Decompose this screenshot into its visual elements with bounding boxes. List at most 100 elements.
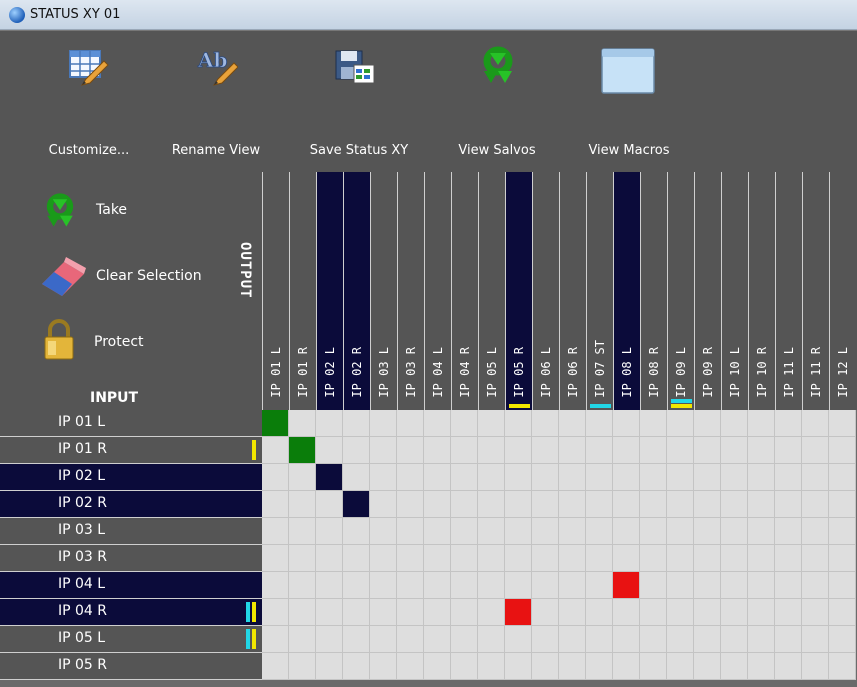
crosspoint-cell[interactable]: [802, 599, 829, 626]
crosspoint-cell[interactable]: [505, 626, 532, 653]
crosspoint-cell[interactable]: [451, 410, 478, 437]
crosspoint-cell[interactable]: [775, 626, 802, 653]
output-column-header[interactable]: IP 07 ST: [586, 172, 613, 410]
crosspoint-cell[interactable]: [262, 626, 289, 653]
crosspoint-cell[interactable]: [775, 545, 802, 572]
crosspoint-active[interactable]: [289, 437, 316, 464]
crosspoint-cell[interactable]: [451, 437, 478, 464]
crosspoint-cell[interactable]: [586, 626, 613, 653]
crosspoint-cell[interactable]: [532, 572, 559, 599]
output-column-header[interactable]: IP 02 R: [343, 172, 370, 410]
crosspoint-active[interactable]: [613, 572, 640, 599]
crosspoint-cell[interactable]: [802, 491, 829, 518]
crosspoint-cell[interactable]: [559, 518, 586, 545]
crosspoint-cell[interactable]: [316, 437, 343, 464]
crosspoint-cell[interactable]: [829, 626, 856, 653]
crosspoint-cell[interactable]: [451, 626, 478, 653]
crosspoint-cell[interactable]: [370, 572, 397, 599]
output-column-header[interactable]: IP 06 R: [559, 172, 586, 410]
input-row-header[interactable]: IP 02 L: [0, 464, 262, 491]
crosspoint-cell[interactable]: [802, 545, 829, 572]
crosspoint-cell[interactable]: [505, 572, 532, 599]
crosspoint-cell[interactable]: [694, 491, 721, 518]
crosspoint-cell[interactable]: [775, 599, 802, 626]
output-column-header[interactable]: IP 08 R: [640, 172, 667, 410]
crosspoint-cell[interactable]: [775, 572, 802, 599]
crosspoint-cell[interactable]: [343, 437, 370, 464]
crosspoint-cell[interactable]: [640, 491, 667, 518]
input-row-header[interactable]: IP 04 R: [0, 599, 262, 626]
crosspoint-cell[interactable]: [802, 437, 829, 464]
crosspoint-cell[interactable]: [586, 491, 613, 518]
crosspoint-cell[interactable]: [289, 410, 316, 437]
crosspoint-cell[interactable]: [667, 572, 694, 599]
input-row-header[interactable]: IP 05 R: [0, 653, 262, 680]
crosspoint-cell[interactable]: [532, 437, 559, 464]
crosspoint-cell[interactable]: [721, 545, 748, 572]
output-column-header[interactable]: IP 09 R: [694, 172, 721, 410]
crosspoint-cell[interactable]: [640, 653, 667, 680]
crosspoint-cell[interactable]: [397, 464, 424, 491]
crosspoint-cell[interactable]: [262, 653, 289, 680]
crosspoint-cell[interactable]: [505, 518, 532, 545]
crosspoint-cell[interactable]: [397, 599, 424, 626]
crosspoint-cell[interactable]: [289, 491, 316, 518]
crosspoint-cell[interactable]: [397, 437, 424, 464]
view-macros-button[interactable]: View Macros: [570, 31, 688, 173]
crosspoint-cell[interactable]: [505, 491, 532, 518]
crosspoint-cell[interactable]: [829, 464, 856, 491]
crosspoint-cell[interactable]: [397, 410, 424, 437]
input-row-header[interactable]: IP 03 R: [0, 545, 262, 572]
crosspoint-active[interactable]: [343, 491, 370, 518]
crosspoint-cell[interactable]: [775, 437, 802, 464]
crosspoint-cell[interactable]: [424, 518, 451, 545]
crosspoint-cell[interactable]: [559, 464, 586, 491]
crosspoint-cell[interactable]: [829, 437, 856, 464]
crosspoint-cell[interactable]: [748, 545, 775, 572]
crosspoint-cell[interactable]: [829, 491, 856, 518]
crosspoint-cell[interactable]: [289, 626, 316, 653]
crosspoint-cell[interactable]: [532, 653, 559, 680]
crosspoint-cell[interactable]: [748, 599, 775, 626]
output-column-header[interactable]: IP 04 R: [451, 172, 478, 410]
crosspoint-cell[interactable]: [802, 410, 829, 437]
crosspoint-cell[interactable]: [829, 410, 856, 437]
crosspoint-cell[interactable]: [667, 545, 694, 572]
crosspoint-cell[interactable]: [613, 437, 640, 464]
crosspoint-cell[interactable]: [613, 599, 640, 626]
crosspoint-cell[interactable]: [478, 464, 505, 491]
crosspoint-cell[interactable]: [748, 410, 775, 437]
crosspoint-cell[interactable]: [613, 518, 640, 545]
crosspoint-cell[interactable]: [694, 545, 721, 572]
crosspoint-cell[interactable]: [667, 464, 694, 491]
crosspoint-cell[interactable]: [586, 464, 613, 491]
crosspoint-cell[interactable]: [343, 410, 370, 437]
crosspoint-cell[interactable]: [397, 626, 424, 653]
rename-view-button[interactable]: Ab Rename View: [160, 31, 272, 173]
save-status-xy-button[interactable]: Save Status XY: [292, 31, 426, 173]
crosspoint-cell[interactable]: [505, 410, 532, 437]
crosspoint-cell[interactable]: [559, 572, 586, 599]
crosspoint-cell[interactable]: [532, 410, 559, 437]
crosspoint-cell[interactable]: [370, 653, 397, 680]
output-column-header[interactable]: IP 04 L: [424, 172, 451, 410]
crosspoint-cell[interactable]: [370, 491, 397, 518]
crosspoint-cell[interactable]: [775, 518, 802, 545]
crosspoint-cell[interactable]: [289, 518, 316, 545]
crosspoint-cell[interactable]: [667, 410, 694, 437]
crosspoint-cell[interactable]: [640, 545, 667, 572]
crosspoint-cell[interactable]: [343, 464, 370, 491]
crosspoint-cell[interactable]: [802, 653, 829, 680]
crosspoint-cell[interactable]: [289, 653, 316, 680]
crosspoint-cell[interactable]: [559, 437, 586, 464]
crosspoint-cell[interactable]: [748, 653, 775, 680]
crosspoint-cell[interactable]: [829, 518, 856, 545]
crosspoint-cell[interactable]: [640, 410, 667, 437]
crosspoint-cell[interactable]: [613, 410, 640, 437]
crosspoint-cell[interactable]: [343, 545, 370, 572]
crosspoint-cell[interactable]: [289, 545, 316, 572]
crosspoint-cell[interactable]: [721, 464, 748, 491]
output-column-header[interactable]: IP 03 R: [397, 172, 424, 410]
crosspoint-cell[interactable]: [532, 491, 559, 518]
crosspoint-cell[interactable]: [748, 464, 775, 491]
